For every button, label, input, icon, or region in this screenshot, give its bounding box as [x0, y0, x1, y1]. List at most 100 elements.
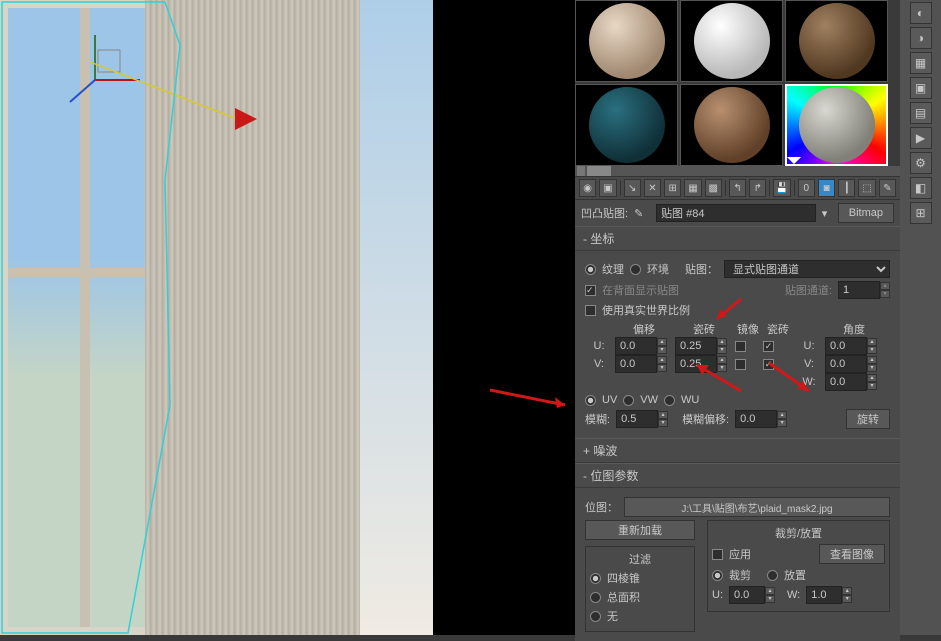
- reload-button[interactable]: 重新加载: [585, 520, 695, 540]
- w-angle-input[interactable]: [825, 373, 867, 391]
- preview-icon[interactable]: ▶: [910, 127, 932, 149]
- texture-radio[interactable]: [585, 264, 596, 275]
- parent-icon[interactable]: ↰: [729, 179, 746, 197]
- viewport-dark[interactable]: [433, 0, 575, 635]
- texture-label: 纹理: [602, 261, 624, 277]
- options-icon[interactable]: ⚙: [910, 152, 932, 174]
- tile-hdr: 瓷砖: [763, 321, 793, 337]
- spin-down-icon[interactable]: ▾: [880, 290, 890, 298]
- none-label: 无: [607, 608, 618, 624]
- crop-radio[interactable]: [712, 570, 723, 581]
- pyramid-label: 四棱锥: [607, 570, 640, 586]
- channel-label: 贴图通道:: [785, 282, 832, 298]
- crop-place-label: 裁剪/放置: [712, 525, 885, 541]
- scroll-left-icon[interactable]: [577, 166, 585, 176]
- crop-u-label: U:: [712, 589, 723, 601]
- map-type-button[interactable]: Bitmap: [838, 203, 894, 223]
- u-angle-input[interactable]: [825, 337, 867, 355]
- pick-icon[interactable]: ✎: [634, 207, 650, 220]
- viewport-camera[interactable]: [0, 0, 433, 635]
- annotation-arrow: [765, 359, 815, 395]
- show-backface-label: 在背面显示贴图: [602, 282, 679, 298]
- sample-uv-icon[interactable]: ▣: [910, 77, 932, 99]
- map-name-row: 凹凸贴图: ✎ ▾ Bitmap: [575, 200, 900, 226]
- vw-radio[interactable]: [623, 395, 634, 406]
- u-tiling-input[interactable]: [675, 337, 717, 355]
- vw-label: VW: [640, 394, 658, 406]
- reset-icon[interactable]: ✕: [644, 179, 661, 197]
- material-sidebar: ◐ ◑ ▦ ▣ ▤ ▶ ⚙ ◧ ⊞: [900, 0, 941, 635]
- navigator-icon[interactable]: ⊞: [910, 202, 932, 224]
- u-label: U:: [585, 340, 613, 352]
- material-slot[interactable]: [785, 0, 888, 82]
- scroll-thumb[interactable]: [587, 166, 611, 176]
- opt2-icon[interactable]: ┃: [838, 179, 855, 197]
- wu-radio[interactable]: [664, 395, 675, 406]
- backlight-icon[interactable]: ◑: [910, 27, 932, 49]
- copy-icon[interactable]: ⊞: [664, 179, 681, 197]
- opt3-icon[interactable]: ⬚: [858, 179, 875, 197]
- select-by-icon[interactable]: ◧: [910, 177, 932, 199]
- assign-icon[interactable]: ↘: [624, 179, 641, 197]
- sample-type-icon[interactable]: ◐: [910, 2, 932, 24]
- environment-label: 环境: [647, 261, 669, 277]
- opt1-icon[interactable]: ◙: [818, 179, 835, 197]
- pyramid-radio[interactable]: [590, 573, 601, 584]
- background-icon[interactable]: ▦: [910, 52, 932, 74]
- v-angle-input[interactable]: [825, 355, 867, 373]
- material-slot-selected[interactable]: [785, 84, 888, 166]
- dropdown-icon[interactable]: ▾: [822, 207, 832, 220]
- material-slot[interactable]: [575, 84, 678, 166]
- material-swatches: [575, 0, 900, 166]
- material-slot[interactable]: [680, 84, 783, 166]
- real-world-check[interactable]: [585, 305, 596, 316]
- material-slot[interactable]: [680, 0, 783, 82]
- u-offset-input[interactable]: [615, 337, 657, 355]
- channel-input[interactable]: [838, 281, 880, 299]
- rollout-header-bitmap[interactable]: - 位图参数: [575, 463, 900, 488]
- summed-radio[interactable]: [590, 592, 601, 603]
- none-radio[interactable]: [590, 611, 601, 622]
- coordinates-rollout: - 坐标 纹理 环境 贴图： 显式贴图通道 在背面显示贴图 贴图通道: ▴▾ 使…: [575, 226, 900, 438]
- blur-input[interactable]: [616, 410, 658, 428]
- view-image-button[interactable]: 查看图像: [819, 544, 885, 564]
- angle-hdr: 角度: [825, 321, 883, 337]
- video-check-icon[interactable]: ▤: [910, 102, 932, 124]
- wu-label: WU: [681, 394, 699, 406]
- save-icon[interactable]: 💾: [773, 179, 790, 197]
- rollout-header-noise[interactable]: + 噪波: [575, 438, 900, 463]
- u-tile-check[interactable]: [763, 341, 774, 352]
- filter-group-label: 过滤: [590, 551, 690, 567]
- place-label: 放置: [784, 567, 806, 583]
- opt4-icon[interactable]: ✎: [879, 179, 896, 197]
- rollout-header-coords[interactable]: - 坐标: [575, 226, 900, 251]
- annotation-arrow: [711, 297, 747, 323]
- show-result-icon[interactable]: ▩: [705, 179, 722, 197]
- mapping-dropdown[interactable]: 显式贴图通道: [724, 260, 890, 278]
- map-name-input[interactable]: [656, 204, 816, 222]
- show-backface-check: [585, 285, 596, 296]
- v-offset-input[interactable]: [615, 355, 657, 373]
- mirror-hdr: 镜像: [735, 321, 761, 337]
- crop-w-input[interactable]: [806, 586, 842, 604]
- show-map-icon[interactable]: ▦: [684, 179, 701, 197]
- bitmap-path-button[interactable]: J:\工具\贴图\布艺\plaid_mask2.jpg: [624, 497, 890, 517]
- blur-offset-input[interactable]: [735, 410, 777, 428]
- bitmap-params-rollout: - 位图参数 位图： J:\工具\贴图\布艺\plaid_mask2.jpg 重…: [575, 463, 900, 641]
- place-radio[interactable]: [767, 570, 778, 581]
- u-mirror-check[interactable]: [735, 341, 746, 352]
- blur-offset-label: 模糊偏移:: [682, 411, 729, 427]
- environment-radio[interactable]: [630, 264, 641, 275]
- opt0-icon[interactable]: 0: [798, 179, 815, 197]
- rotate-button[interactable]: 旋转: [846, 409, 890, 429]
- sibling-icon[interactable]: ↱: [749, 179, 766, 197]
- apply-check[interactable]: [712, 549, 723, 560]
- get-material-icon[interactable]: ◉: [579, 179, 596, 197]
- put-material-icon[interactable]: ▣: [599, 179, 616, 197]
- uv-radio[interactable]: [585, 395, 596, 406]
- material-slot[interactable]: [575, 0, 678, 82]
- crop-u-input[interactable]: [729, 586, 765, 604]
- crop-w-label: W:: [787, 589, 800, 601]
- swatch-scrollbar[interactable]: [575, 166, 900, 176]
- spin-up-icon[interactable]: ▴: [880, 282, 890, 290]
